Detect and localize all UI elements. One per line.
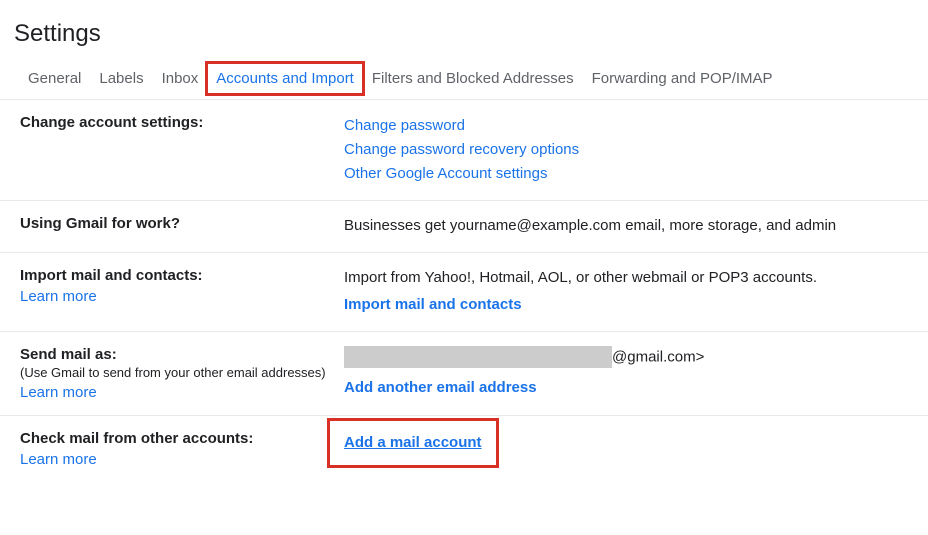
tab-filters[interactable]: Filters and Blocked Addresses	[372, 70, 574, 87]
sub-send-mail-as: (Use Gmail to send from your other email…	[20, 365, 344, 380]
label-check-mail-other-accounts: Check mail from other accounts:	[20, 430, 344, 447]
link-learn-more-import[interactable]: Learn more	[20, 288, 344, 305]
link-other-google-account-settings[interactable]: Other Google Account settings	[344, 162, 547, 186]
label-send-mail-as: Send mail as:	[20, 346, 344, 363]
link-add-another-email[interactable]: Add another email address	[344, 376, 537, 400]
tab-labels[interactable]: Labels	[99, 70, 143, 87]
label-import-mail-and-contacts: Import mail and contacts:	[20, 267, 344, 284]
highlight-accounts-tab: Accounts and Import	[205, 61, 365, 96]
section-import-mail-and-contacts: Import mail and contacts: Learn more Imp…	[0, 253, 928, 333]
highlight-add-mail-account: Add a mail account	[327, 418, 499, 468]
settings-tabs: General Labels Inbox Accounts and Import…	[0, 58, 928, 100]
section-using-gmail-for-work: Using Gmail for work? Businesses get you…	[0, 201, 928, 253]
text-import-description: Import from Yahoo!, Hotmail, AOL, or oth…	[344, 267, 928, 290]
page-title: Settings	[0, 0, 928, 58]
link-import-mail-and-contacts[interactable]: Import mail and contacts	[344, 293, 522, 317]
redacted-email	[344, 346, 612, 368]
link-learn-more-send-as[interactable]: Learn more	[20, 384, 344, 401]
email-suffix: @gmail.com>	[612, 349, 704, 366]
tab-forwarding[interactable]: Forwarding and POP/IMAP	[592, 70, 773, 87]
section-check-mail-from-other-accounts: Check mail from other accounts: Learn mo…	[0, 416, 928, 482]
tab-general[interactable]: General	[28, 70, 81, 87]
label-using-gmail-for-work: Using Gmail for work?	[20, 215, 344, 232]
link-change-password-recovery[interactable]: Change password recovery options	[344, 138, 579, 162]
link-change-password[interactable]: Change password	[344, 114, 465, 138]
tab-inbox[interactable]: Inbox	[162, 70, 199, 87]
tab-accounts-and-import[interactable]: Accounts and Import	[216, 70, 354, 87]
label-change-account-settings: Change account settings:	[20, 114, 344, 131]
section-change-account-settings: Change account settings: Change password…	[0, 100, 928, 201]
link-add-a-mail-account[interactable]: Add a mail account	[344, 431, 482, 455]
section-send-mail-as: Send mail as: (Use Gmail to send from yo…	[0, 332, 928, 416]
link-learn-more-check-mail[interactable]: Learn more	[20, 451, 344, 468]
text-gmail-for-work: Businesses get yourname@example.com emai…	[344, 217, 836, 234]
